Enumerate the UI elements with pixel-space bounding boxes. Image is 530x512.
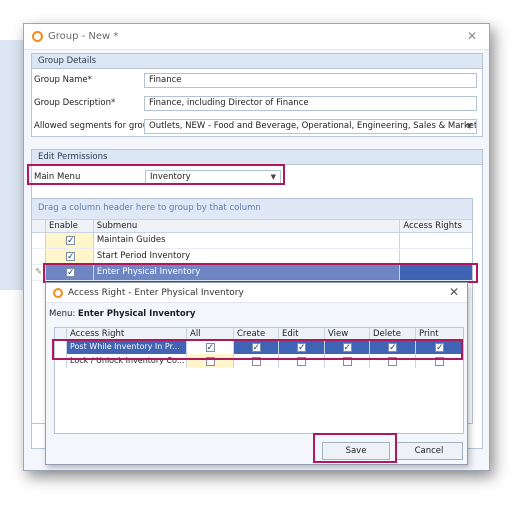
enable-checkbox[interactable] — [65, 250, 75, 264]
print-checkbox[interactable] — [435, 357, 444, 366]
table-row[interactable]: Post While Inventory In Pr... — [55, 340, 463, 354]
row-indicator-header — [32, 220, 46, 232]
column-header-access-right[interactable]: Access Right — [67, 328, 187, 339]
column-header-submenu[interactable]: Submenu — [94, 220, 401, 232]
column-header-access-rights[interactable]: Access Rights — [400, 220, 472, 232]
save-button[interactable]: Save — [322, 442, 390, 460]
access-rights-cell[interactable] — [400, 265, 472, 280]
all-checkbox[interactable] — [205, 357, 215, 366]
column-header-create[interactable]: Create — [234, 328, 279, 339]
table-row[interactable]: Lock / Unlock Inventory Co... — [55, 354, 463, 368]
dialog-title: Access Right - Enter Physical Inventory — [68, 287, 244, 298]
enable-checkbox[interactable] — [65, 234, 75, 248]
submenu-cell: Start Period Inventory — [94, 249, 401, 264]
column-header-view[interactable]: View — [325, 328, 370, 339]
column-header-delete[interactable]: Delete — [370, 328, 416, 339]
edit-checkbox[interactable] — [297, 357, 306, 366]
delete-checkbox[interactable] — [388, 341, 397, 354]
group-details-header: Group Details — [32, 54, 482, 69]
access-right-dialog: Access Right - Enter Physical Inventory … — [45, 282, 468, 465]
create-checkbox[interactable] — [251, 357, 261, 366]
column-header-enable[interactable]: Enable — [46, 220, 94, 232]
all-checkbox[interactable] — [205, 341, 215, 354]
close-icon[interactable]: ✕ — [449, 285, 459, 299]
print-checkbox[interactable] — [435, 341, 444, 354]
app-logo-icon — [32, 31, 43, 42]
access-grid-header: Access Right All Create Edit View Delete… — [55, 328, 463, 340]
create-checkbox[interactable] — [251, 341, 261, 354]
dialog-menu-label: Menu: — [49, 309, 76, 319]
window-title: Group - New * — [48, 31, 119, 42]
cancel-button[interactable]: Cancel — [395, 442, 463, 460]
main-menu-value: Inventory — [150, 171, 191, 182]
background-app-strip — [0, 40, 24, 290]
dialog-title-bar: Access Right - Enter Physical Inventory … — [46, 283, 467, 303]
group-description-label: Group Description* — [34, 98, 116, 108]
group-by-hint: Drag a column header here to group by th… — [32, 199, 472, 219]
group-name-field[interactable]: Finance — [144, 72, 477, 88]
view-checkbox[interactable] — [342, 357, 352, 366]
close-icon[interactable]: ✕ — [467, 29, 477, 43]
group-description-field[interactable]: Finance, including Director of Finance — [144, 95, 477, 111]
column-header-all[interactable]: All — [187, 328, 234, 339]
main-menu-label: Main Menu — [34, 172, 81, 182]
segments-value: Outlets, NEW - Food and Beverage, Operat… — [149, 120, 477, 131]
group-details-section: Group Details Group Name* Finance Group … — [31, 53, 483, 137]
view-checkbox[interactable] — [342, 341, 352, 354]
edit-permissions-header: Edit Permissions — [32, 150, 482, 165]
chevron-down-icon: ▼ — [466, 121, 472, 130]
delete-checkbox[interactable] — [388, 357, 397, 366]
segments-label: Allowed segments for group — [34, 121, 154, 131]
table-row[interactable]: ✎ Enter Physical Inventory — [32, 265, 472, 281]
segments-select[interactable]: Outlets, NEW - Food and Beverage, Operat… — [144, 118, 477, 134]
access-right-name: Post While Inventory In Pr... — [67, 340, 187, 354]
main-menu-select[interactable]: Inventory ▼ — [145, 169, 281, 185]
edit-checkbox[interactable] — [297, 341, 306, 354]
enable-checkbox[interactable] — [65, 266, 75, 280]
dialog-menu-line: Menu: Enter Physical Inventory — [49, 309, 195, 319]
chevron-down-icon: ▼ — [270, 172, 276, 181]
group-name-label: Group Name* — [34, 75, 92, 85]
title-bar: Group - New * ✕ — [24, 24, 489, 50]
submenu-cell: Enter Physical Inventory — [94, 265, 401, 280]
access-rights-grid: Access Right All Create Edit View Delete… — [54, 327, 464, 434]
column-header-edit[interactable]: Edit — [279, 328, 325, 339]
edit-pencil-icon: ✎ — [32, 265, 46, 280]
table-row[interactable]: Start Period Inventory — [32, 249, 472, 265]
grid-header: Enable Submenu Access Rights — [32, 219, 472, 233]
submenu-cell: Maintain Guides — [94, 233, 401, 248]
access-right-name: Lock / Unlock Inventory Co... — [67, 354, 187, 368]
app-logo-icon — [53, 287, 63, 298]
table-row[interactable]: Maintain Guides — [32, 233, 472, 249]
column-header-print[interactable]: Print — [416, 328, 463, 339]
dialog-menu-value: Enter Physical Inventory — [77, 309, 196, 319]
